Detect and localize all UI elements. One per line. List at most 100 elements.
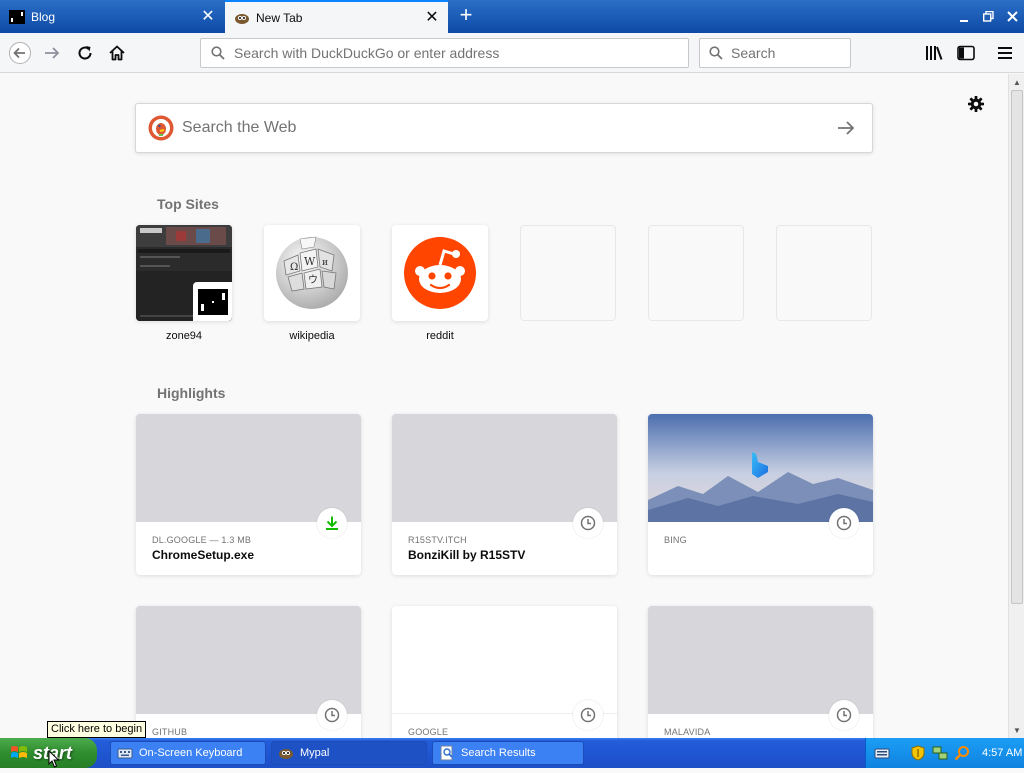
highlight-source: DL.GOOGLE — 1.3 MB <box>152 535 252 545</box>
mypal-icon <box>278 745 294 761</box>
svg-text:и: и <box>322 258 328 268</box>
top-site-placeholder[interactable] <box>520 225 616 321</box>
taskbar-item-label: On-Screen Keyboard <box>139 747 243 759</box>
taskbar-item-on-screen-keyboard[interactable]: On-Screen Keyboard <box>110 741 266 765</box>
search-results-icon <box>439 745 455 761</box>
minimize-icon[interactable] <box>952 6 976 28</box>
clock[interactable]: 4:57 AM <box>982 747 1022 759</box>
zone94-favicon <box>193 282 232 321</box>
highlight-thumbnail <box>392 606 617 714</box>
clock-icon <box>829 700 859 730</box>
clock-icon <box>573 508 603 538</box>
keyboard-tray-icon[interactable] <box>874 745 890 761</box>
highlights-heading: Highlights <box>157 385 226 401</box>
reddit-logo-icon <box>404 237 476 309</box>
close-icon[interactable]: ✕ <box>424 9 440 26</box>
tab-label: New Tab <box>256 10 303 25</box>
reload-icon[interactable] <box>73 41 97 65</box>
highlight-source: GOOGLE <box>408 727 449 737</box>
download-icon <box>317 508 347 538</box>
top-site-name: reddit <box>426 330 454 342</box>
security-shield-icon[interactable] <box>910 745 926 761</box>
highlight-thumbnail <box>392 414 617 522</box>
highlight-card[interactable]: DL.GOOGLE — 1.3 MB ChromeSetup.exe <box>136 414 361 575</box>
highlight-title: BonziKill by R15STV <box>408 548 526 562</box>
windows-flag-icon <box>10 744 28 762</box>
new-tab-plus-icon[interactable]: + <box>454 4 478 28</box>
search-icon <box>210 45 226 61</box>
highlight-card[interactable]: GOOGLE <box>392 606 617 738</box>
top-site-tile[interactable] <box>136 225 232 321</box>
scroll-thumb[interactable] <box>1011 90 1023 604</box>
svg-text:W: W <box>304 255 316 268</box>
scroll-up-arrow-icon[interactable]: ▲ <box>1009 74 1024 90</box>
web-search-input[interactable] <box>182 108 826 148</box>
scroll-down-arrow-icon[interactable]: ▼ <box>1009 722 1024 738</box>
search-bar[interactable] <box>699 38 912 68</box>
taskbar: start On-Screen Keyboard Mypal Search Re… <box>0 738 1024 768</box>
highlight-source: MALAVIDA <box>664 727 711 737</box>
taskbar-item-label: Mypal <box>300 747 330 759</box>
highlight-source: BING <box>664 535 687 545</box>
highlight-card[interactable]: GITHUB <box>136 606 361 738</box>
url-input[interactable] <box>234 40 688 66</box>
clock-icon <box>573 700 603 730</box>
search-go-arrow-icon[interactable] <box>826 108 866 148</box>
mypal-favicon <box>234 10 250 26</box>
top-site-tile[interactable] <box>392 225 488 321</box>
svg-text:ウ: ウ <box>308 274 318 286</box>
wikipedia-globe-icon: Ω W и ウ <box>276 236 348 309</box>
highlight-source: R15STV.ITCH <box>408 535 467 545</box>
navigation-toolbar <box>0 33 1024 73</box>
tab-blog[interactable]: Blog ✕ <box>0 0 224 33</box>
forward-icon[interactable] <box>40 41 64 65</box>
url-bar[interactable] <box>200 38 689 68</box>
network-icon[interactable] <box>932 745 948 761</box>
top-site-reddit[interactable]: reddit <box>392 225 488 342</box>
highlight-thumbnail <box>648 606 873 714</box>
top-site-empty[interactable] <box>520 225 616 321</box>
highlight-thumbnail <box>136 606 361 714</box>
restore-icon[interactable] <box>976 6 1000 28</box>
taskbar-item-label: Search Results <box>461 747 536 759</box>
taskbar-item-search-results[interactable]: Search Results <box>432 741 584 765</box>
top-site-name: zone94 <box>165 330 203 342</box>
top-site-zone94[interactable]: zone94 <box>136 225 232 342</box>
top-site-tile[interactable]: Ω W и ウ <box>264 225 360 321</box>
highlight-card[interactable]: BING <box>648 414 873 575</box>
search-tray-icon[interactable] <box>954 745 970 761</box>
top-site-name: wikipedia <box>289 330 335 342</box>
tab-label: Blog <box>31 9 56 24</box>
keyboard-icon <box>117 745 133 761</box>
tab-new-tab[interactable]: New Tab ✕ <box>225 0 448 33</box>
library-icon[interactable] <box>922 41 946 65</box>
tab-strip: Blog ✕ New Tab ✕ + <box>0 0 1024 33</box>
top-site-placeholder[interactable] <box>776 225 872 321</box>
top-site-empty[interactable] <box>776 225 872 321</box>
top-sites-heading: Top Sites <box>157 196 219 212</box>
top-site-placeholder[interactable] <box>648 225 744 321</box>
window-close-icon[interactable] <box>1000 6 1024 28</box>
highlight-card[interactable]: R15STV.ITCH BonziKill by R15STV <box>392 414 617 575</box>
vertical-scrollbar[interactable]: ▲ ▼ <box>1008 74 1024 738</box>
gear-icon[interactable] <box>966 94 986 114</box>
home-icon[interactable] <box>105 41 129 65</box>
top-site-empty[interactable] <box>648 225 744 321</box>
bing-thumbnail <box>648 414 873 522</box>
highlight-card[interactable]: MALAVIDA <box>648 606 873 738</box>
web-search-box[interactable] <box>135 103 873 153</box>
mouse-cursor-icon <box>48 749 60 768</box>
svg-text:Ω: Ω <box>290 262 298 273</box>
close-icon[interactable]: ✕ <box>200 8 216 25</box>
clock-icon <box>317 700 347 730</box>
top-site-wikipedia[interactable]: Ω W и ウ wikipedia <box>264 225 360 342</box>
back-icon[interactable] <box>8 41 32 65</box>
clock-icon <box>829 508 859 538</box>
search-icon <box>709 45 723 61</box>
menu-icon[interactable] <box>993 41 1017 65</box>
search-input[interactable] <box>731 40 912 66</box>
system-tray: 4:57 AM <box>865 738 1024 768</box>
taskbar-item-mypal[interactable]: Mypal <box>271 741 427 765</box>
sidebar-icon[interactable] <box>954 41 978 65</box>
highlight-source: GITHUB <box>152 727 188 737</box>
